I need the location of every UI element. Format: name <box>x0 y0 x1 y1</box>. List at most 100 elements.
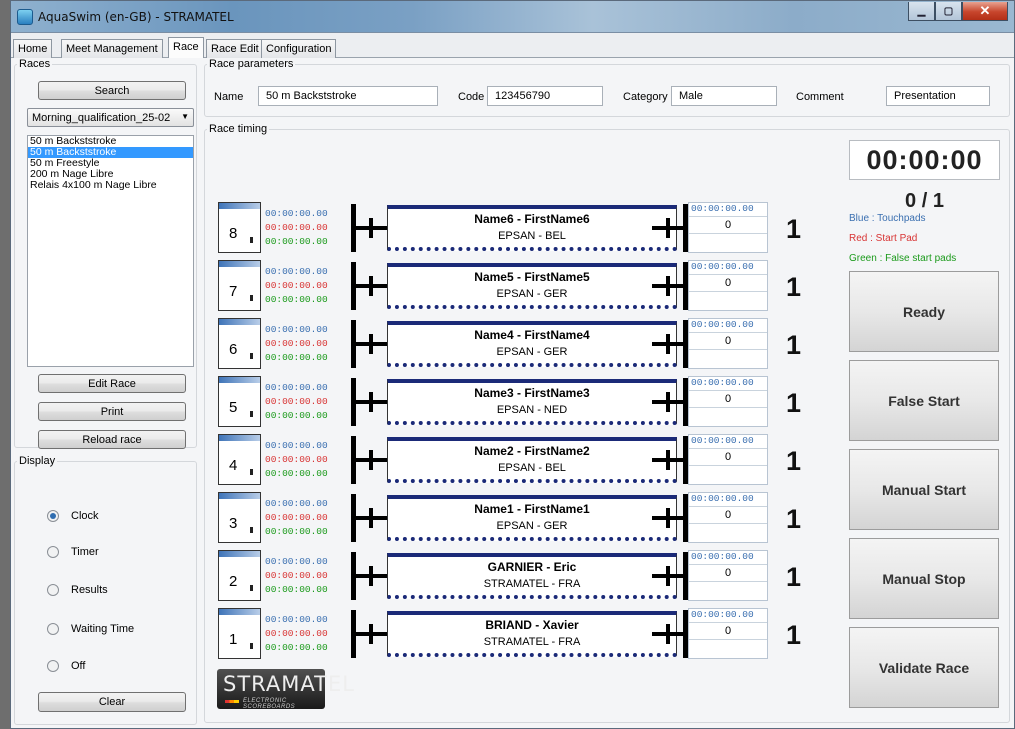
lane-row-1: 1 00:00:00.00 00:00:00.00 00:00:00.00 BR… <box>216 606 801 662</box>
radio-off[interactable] <box>47 660 59 672</box>
radio-label-off: Off <box>71 660 86 672</box>
display-option-clock[interactable]: Clock <box>47 508 99 524</box>
meet-select[interactable]: Morning_qualification_25-02 ▼ <box>27 108 194 127</box>
search-button[interactable]: Search <box>38 81 186 100</box>
touchpad-bar <box>219 319 260 325</box>
logo-dots <box>225 700 239 703</box>
ready-button[interactable]: Ready <box>849 271 999 352</box>
validate-race-button[interactable]: Validate Race <box>849 627 999 708</box>
tab-meet-management[interactable]: Meet Management <box>61 39 163 58</box>
race-category-field[interactable]: Male <box>671 86 777 106</box>
print-button[interactable]: Print <box>38 402 186 421</box>
finish-block-icon <box>652 610 688 658</box>
swimmer-club: EPSAN - GER <box>496 288 568 300</box>
radio-waiting-time[interactable] <box>47 623 59 635</box>
lane-times: 00:00:00.00 00:00:00.00 00:00:00.00 <box>265 381 328 423</box>
start-block-icon <box>351 204 387 252</box>
reload-race-button[interactable]: Reload race <box>38 430 186 449</box>
chevron-down-icon: ▼ <box>181 112 189 121</box>
lane-number: 7 <box>229 283 238 300</box>
false-start-time: 00:00:00.00 <box>265 410 328 421</box>
legend-green: Green : False start pads <box>849 253 957 264</box>
radio-timer[interactable] <box>47 546 59 558</box>
false-start-button[interactable]: False Start <box>849 360 999 441</box>
radio-results[interactable] <box>47 584 59 596</box>
display-option-waiting-time[interactable]: Waiting Time <box>47 621 134 637</box>
swimmer-name: Name1 - FirstName1 <box>474 502 590 516</box>
result-time: 00:00:00.00 <box>691 609 754 620</box>
manual-start-button[interactable]: Manual Start <box>849 449 999 530</box>
start-pad-icon <box>250 411 253 417</box>
swimmer-name: Name3 - FirstName3 <box>474 386 590 400</box>
swimmer-name: BRIAND - Xavier <box>485 618 579 632</box>
start-pad-icon <box>250 353 253 359</box>
false-start-time: 00:00:00.00 <box>265 236 328 247</box>
result-value: 0 <box>689 448 767 466</box>
radio-label-timer: Timer <box>71 546 99 558</box>
touchpad-bar <box>219 493 260 499</box>
start-pad-time: 00:00:00.00 <box>265 454 328 465</box>
legend-blue: Blue : Touchpads <box>849 213 926 224</box>
race-list-item[interactable]: Relais 4x100 m Nage Libre <box>28 180 193 191</box>
touchpad-time: 00:00:00.00 <box>265 382 328 393</box>
swimmer-box: Name4 - FirstName4 EPSAN - GER <box>387 321 677 367</box>
lane-times: 00:00:00.00 00:00:00.00 00:00:00.00 <box>265 265 328 307</box>
tab-home[interactable]: Home <box>13 39 53 58</box>
finish-block-icon <box>652 378 688 426</box>
touchpad-time: 00:00:00.00 <box>265 440 328 451</box>
result-box: 00:00:00.00 0 <box>688 608 768 659</box>
display-option-off[interactable]: Off <box>47 658 85 674</box>
maximize-icon[interactable]: ▢ <box>935 2 962 21</box>
result-box: 00:00:00.00 0 <box>688 318 768 369</box>
start-block-icon <box>351 610 387 658</box>
start-pad-icon <box>250 585 253 591</box>
race-comment-field[interactable]: Presentation <box>886 86 990 106</box>
touchpad-time: 00:00:00.00 <box>265 498 328 509</box>
meet-select-value: Morning_qualification_25-02 <box>32 112 171 124</box>
race-panel: Races Search Morning_qualification_25-02… <box>11 58 1014 728</box>
start-pad-time: 00:00:00.00 <box>265 570 328 581</box>
swimmer-name: Name4 - FirstName4 <box>474 328 590 342</box>
lane-number: 2 <box>229 573 238 590</box>
race-parameters-legend: Race parameters <box>209 58 294 70</box>
swimmer-box: BRIAND - Xavier STRAMATEL - FRA <box>387 611 677 657</box>
touchpad-time: 00:00:00.00 <box>265 556 328 567</box>
close-icon[interactable]: ✕ <box>962 2 1008 21</box>
edit-race-button[interactable]: Edit Race <box>38 374 186 393</box>
display-option-results[interactable]: Results <box>47 582 108 598</box>
display-option-timer[interactable]: Timer <box>47 544 99 560</box>
result-value: 0 <box>689 506 767 524</box>
swimmer-club: EPSAN - BEL <box>498 462 566 474</box>
result-time: 00:00:00.00 <box>691 319 754 330</box>
lane-place: 1 <box>786 446 802 476</box>
race-list[interactable]: 50 m Backststroke 50 m Backststroke 50 m… <box>27 135 194 367</box>
code-label: Code <box>458 91 485 103</box>
swimmer-box: Name1 - FirstName1 EPSAN - GER <box>387 495 677 541</box>
tab-configuration[interactable]: Configuration <box>261 39 337 58</box>
title-bar[interactable]: AquaSwim (en-GB) - STRAMATEL ▁ ▢ ✕ <box>11 1 1014 33</box>
clear-button[interactable]: Clear <box>38 692 186 712</box>
radio-label-results: Results <box>71 584 108 596</box>
false-start-time: 00:00:00.00 <box>265 642 328 653</box>
start-pad-icon <box>250 295 253 301</box>
comment-label: Comment <box>796 91 844 103</box>
start-block-icon <box>351 262 387 310</box>
touchpad-time: 00:00:00.00 <box>265 614 328 625</box>
lane-place: 1 <box>786 214 802 244</box>
minimize-icon[interactable]: ▁ <box>908 2 935 21</box>
race-timing-legend: Race timing <box>209 123 268 135</box>
lane-times: 00:00:00.00 00:00:00.00 00:00:00.00 <box>265 207 328 249</box>
race-code-field[interactable]: 123456790 <box>487 86 603 106</box>
app-icon <box>17 9 33 25</box>
race-name-field[interactable]: 50 m Backststroke <box>258 86 438 106</box>
touchpad-bar <box>219 435 260 441</box>
lane-times: 00:00:00.00 00:00:00.00 00:00:00.00 <box>265 439 328 481</box>
result-box: 00:00:00.00 0 <box>688 202 768 253</box>
tab-race[interactable]: Race <box>168 37 204 59</box>
radio-clock[interactable] <box>47 510 59 522</box>
manual-stop-button[interactable]: Manual Stop <box>849 538 999 619</box>
finish-block-icon <box>652 494 688 542</box>
swimmer-club: EPSAN - BEL <box>498 230 566 242</box>
tab-race-edit[interactable]: Race Edit <box>206 39 264 58</box>
result-value: 0 <box>689 390 767 408</box>
